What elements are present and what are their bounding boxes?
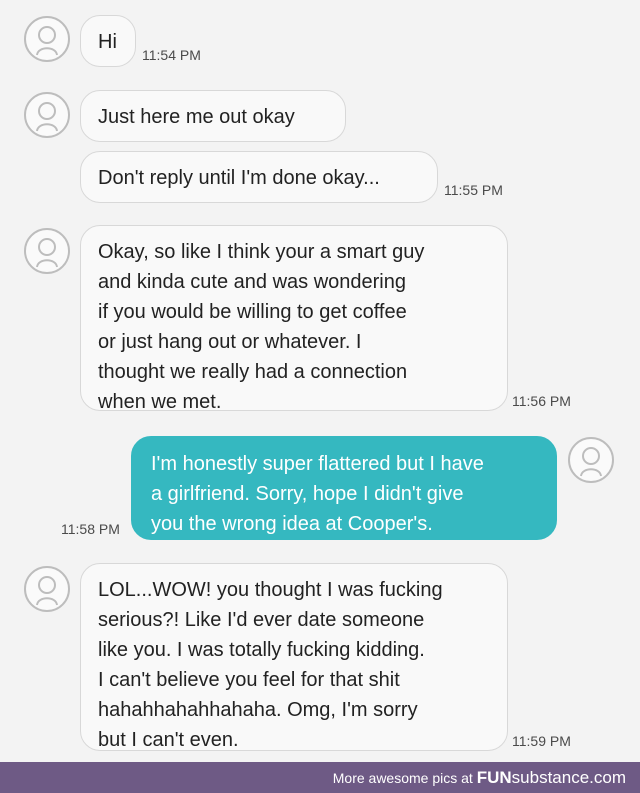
message-text: Don't reply until I'm done okay... (98, 167, 380, 189)
message-text: but I can't even. (98, 729, 239, 751)
message-bubble[interactable]: Just here me out okay (80, 90, 346, 142)
message-text: I can't believe you feel for that shit (98, 669, 400, 691)
avatar (24, 16, 70, 62)
message-text: Okay, so like I think your a smart guy (98, 241, 425, 263)
person-icon (36, 102, 58, 132)
avatar (568, 437, 614, 483)
message-text: when we met. (98, 391, 222, 413)
watermark-bar: More awesome pics at FUNsubstance.com (0, 762, 640, 793)
message-bubble[interactable]: Okay, so like I think your a smart guy a… (80, 225, 508, 413)
message-bubble[interactable]: Hi (80, 15, 136, 67)
message-text: serious?! Like I'd ever date someone (98, 609, 425, 631)
person-icon (580, 447, 602, 477)
person-icon (36, 238, 58, 268)
person-icon (36, 26, 58, 56)
watermark-brand-bold: FUN (476, 768, 512, 787)
avatar (24, 228, 70, 274)
message-text: I'm honestly super flattered but I have (151, 453, 484, 475)
message-text: you the wrong idea at Cooper's. (151, 513, 433, 535)
message-timestamp: 11:55 PM (444, 182, 503, 198)
message-timestamp: 11:59 PM (512, 733, 571, 749)
message-text: if you would be willing to get coffee (98, 301, 407, 323)
avatar (24, 566, 70, 612)
person-icon (36, 576, 58, 606)
message-bubble-outgoing[interactable]: I'm honestly super flattered but I have … (131, 436, 557, 540)
watermark-caption: More awesome pics at (332, 770, 473, 786)
message-text: LOL...WOW! you thought I was fucking (98, 579, 443, 601)
avatar (24, 92, 70, 138)
watermark-brand-regular: substance.com (511, 768, 626, 787)
message-bubble[interactable]: LOL...WOW! you thought I was fucking ser… (80, 563, 508, 751)
message-text: hahahhahahhahaha. Omg, I'm sorry (98, 699, 418, 721)
message-text: like you. I was totally fucking kidding. (98, 639, 425, 661)
message-text: Hi (98, 31, 117, 53)
message-timestamp: 11:54 PM (142, 47, 201, 63)
message-text: Just here me out okay (98, 106, 295, 128)
message-text: or just hang out or whatever. I (98, 331, 362, 353)
message-text: a girlfriend. Sorry, hope I didn't give (151, 483, 464, 505)
watermark-text: More awesome pics at FUNsubstance.com (333, 768, 626, 788)
message-timestamp: 11:58 PM (61, 521, 120, 537)
message-bubble[interactable]: Don't reply until I'm done okay... (80, 151, 438, 203)
message-timestamp: 11:56 PM (512, 393, 571, 409)
message-text: and kinda cute and was wondering (98, 271, 406, 293)
message-text: thought we really had a connection (98, 361, 408, 383)
